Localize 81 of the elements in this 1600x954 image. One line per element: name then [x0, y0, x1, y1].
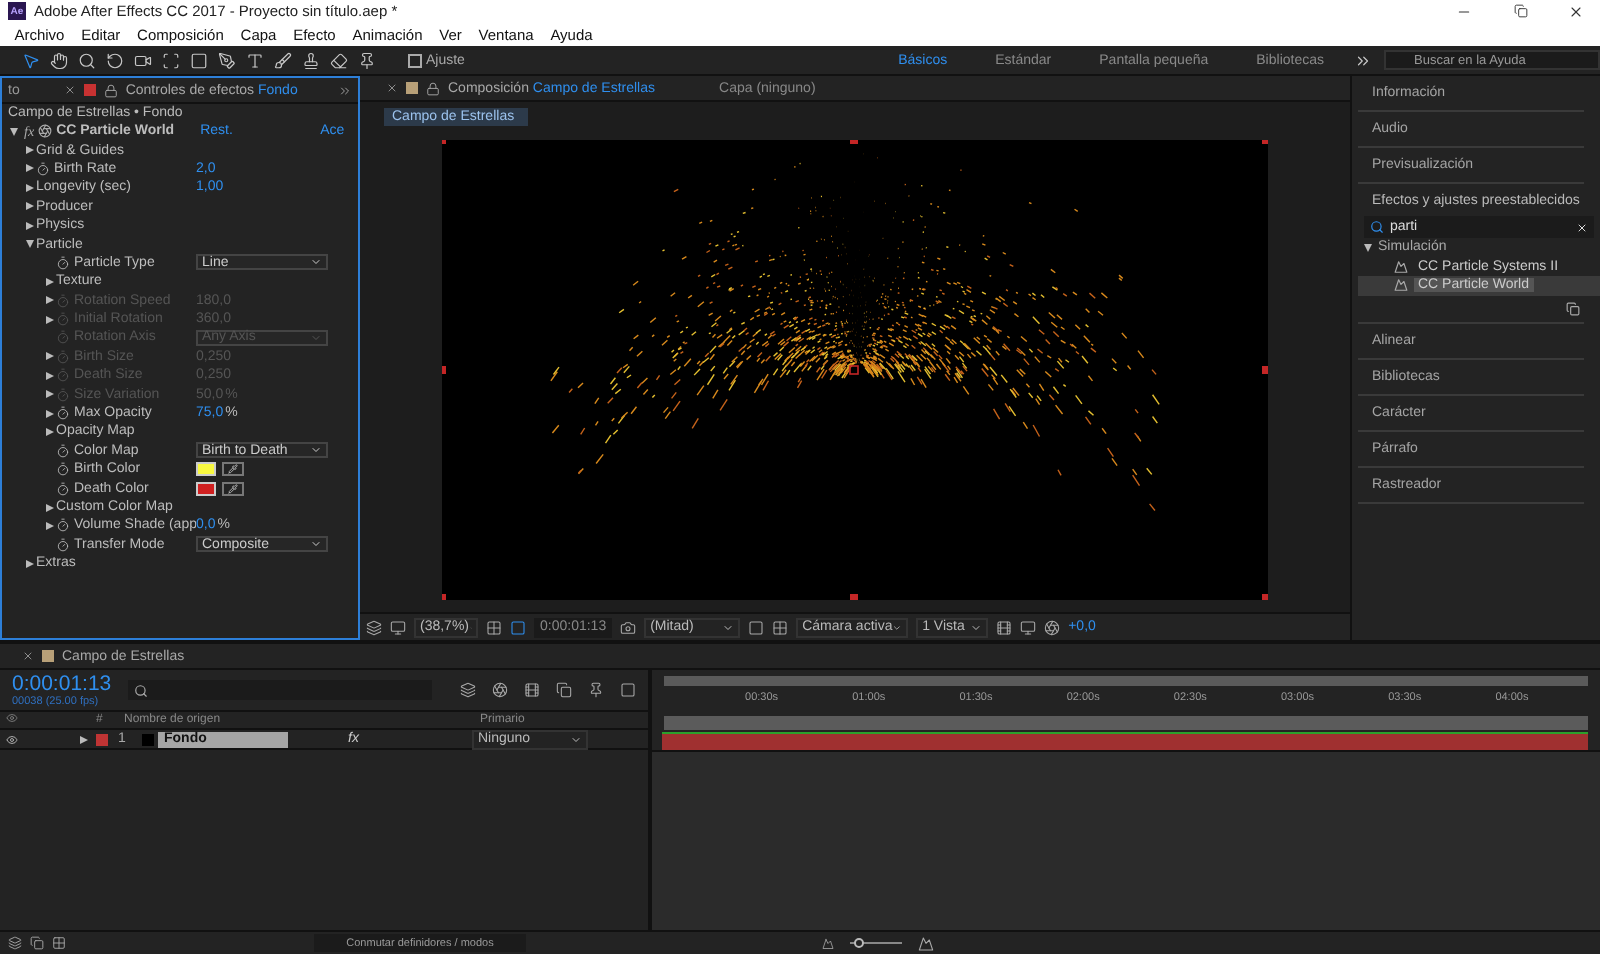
film-icon[interactable] — [996, 619, 1013, 635]
copy-icon[interactable] — [30, 936, 44, 950]
eyedropper-button[interactable] — [222, 481, 244, 496]
shy-icon[interactable] — [523, 682, 540, 698]
flowchart-icon[interactable] — [459, 682, 476, 698]
label-swatch — [42, 650, 54, 662]
grid-icon[interactable] — [486, 619, 502, 635]
clear-icon[interactable] — [1576, 221, 1588, 233]
eye-icon[interactable] — [6, 733, 18, 745]
stopwatch-icon[interactable] — [56, 481, 70, 496]
twirl-triangle[interactable] — [45, 427, 53, 436]
search-icon — [1370, 220, 1384, 234]
twirl-triangle[interactable] — [25, 146, 33, 155]
graph-icon[interactable] — [619, 682, 636, 698]
effect-icon — [38, 124, 53, 139]
twirl-triangle[interactable] — [25, 183, 33, 192]
twirl-triangle[interactable] — [45, 277, 53, 286]
layers-icon[interactable] — [366, 619, 382, 635]
zoom-icon[interactable] — [77, 51, 95, 69]
stopwatch-icon[interactable] — [56, 518, 70, 533]
timecode[interactable]: 0:00:01:13 — [12, 672, 112, 696]
stopwatch-icon[interactable] — [56, 255, 70, 270]
twirl-triangle[interactable] — [45, 503, 53, 511]
twirl-triangle[interactable] — [80, 735, 88, 743]
twirl-triangle[interactable] — [25, 164, 33, 173]
more-icon[interactable] — [1353, 51, 1371, 69]
lock-icon[interactable] — [103, 83, 118, 97]
eye-icon[interactable] — [6, 712, 18, 724]
twirl-triangle[interactable] — [45, 521, 53, 530]
twirl-triangle[interactable] — [25, 559, 33, 568]
color-swatch[interactable] — [196, 481, 216, 496]
pointer-icon[interactable] — [21, 51, 39, 69]
layer-thumbnail — [142, 733, 154, 745]
twirl-triangle[interactable] — [9, 127, 17, 136]
twirl-triangle[interactable] — [25, 221, 33, 230]
eyedropper-icon — [228, 464, 238, 475]
transparency-icon[interactable] — [772, 619, 789, 635]
pen-icon[interactable] — [217, 51, 235, 69]
new-preset-icon[interactable] — [1566, 301, 1580, 315]
render-icon[interactable] — [1020, 619, 1037, 635]
camera-icon[interactable] — [133, 51, 151, 69]
motion-blur-icon[interactable] — [587, 682, 604, 698]
twirl-triangle[interactable] — [25, 240, 33, 249]
frame-blend-icon[interactable] — [555, 682, 572, 698]
stamp-icon[interactable] — [301, 51, 319, 69]
type-icon[interactable] — [245, 51, 263, 69]
twirl-triangle[interactable] — [1364, 243, 1372, 252]
region-icon[interactable] — [748, 619, 765, 635]
stopwatch-icon[interactable] — [56, 462, 70, 477]
layer-search-field[interactable] — [127, 680, 432, 700]
restore-icon[interactable] — [1513, 4, 1527, 18]
color-swatch[interactable] — [196, 462, 216, 477]
search-icon — [133, 683, 148, 697]
pin-icon[interactable] — [357, 51, 375, 69]
snapshot-icon[interactable] — [620, 619, 637, 635]
label-swatch — [83, 84, 96, 96]
hand-icon[interactable] — [49, 51, 67, 69]
stopwatch-icon[interactable] — [36, 161, 50, 176]
layers-icon[interactable] — [8, 936, 22, 950]
eyedropper-button[interactable] — [222, 462, 244, 477]
draft-icon[interactable] — [491, 682, 508, 698]
eyedropper-icon — [228, 483, 238, 494]
close-icon[interactable] — [1568, 3, 1584, 19]
stopwatch-icon[interactable] — [56, 537, 70, 552]
eraser-icon[interactable] — [329, 51, 347, 69]
stopwatch-icon[interactable] — [56, 406, 70, 421]
pan-behind-icon[interactable] — [161, 51, 179, 69]
slider-thumb[interactable] — [853, 938, 864, 948]
grid-icon[interactable] — [52, 936, 66, 950]
layer-label-color[interactable] — [96, 733, 108, 745]
monitor-icon[interactable] — [390, 619, 406, 635]
brush-icon[interactable] — [273, 51, 291, 69]
rectangle-icon[interactable] — [189, 51, 207, 69]
label-swatch — [406, 82, 418, 94]
lock-icon[interactable] — [426, 81, 440, 95]
exposure-icon[interactable] — [1044, 619, 1061, 635]
twirl-triangle[interactable] — [25, 202, 33, 211]
stopwatch-icon[interactable] — [56, 443, 70, 458]
twirl-triangle[interactable] — [45, 409, 53, 418]
rotate-icon[interactable] — [105, 51, 123, 69]
snap-checkbox[interactable] — [408, 53, 422, 67]
